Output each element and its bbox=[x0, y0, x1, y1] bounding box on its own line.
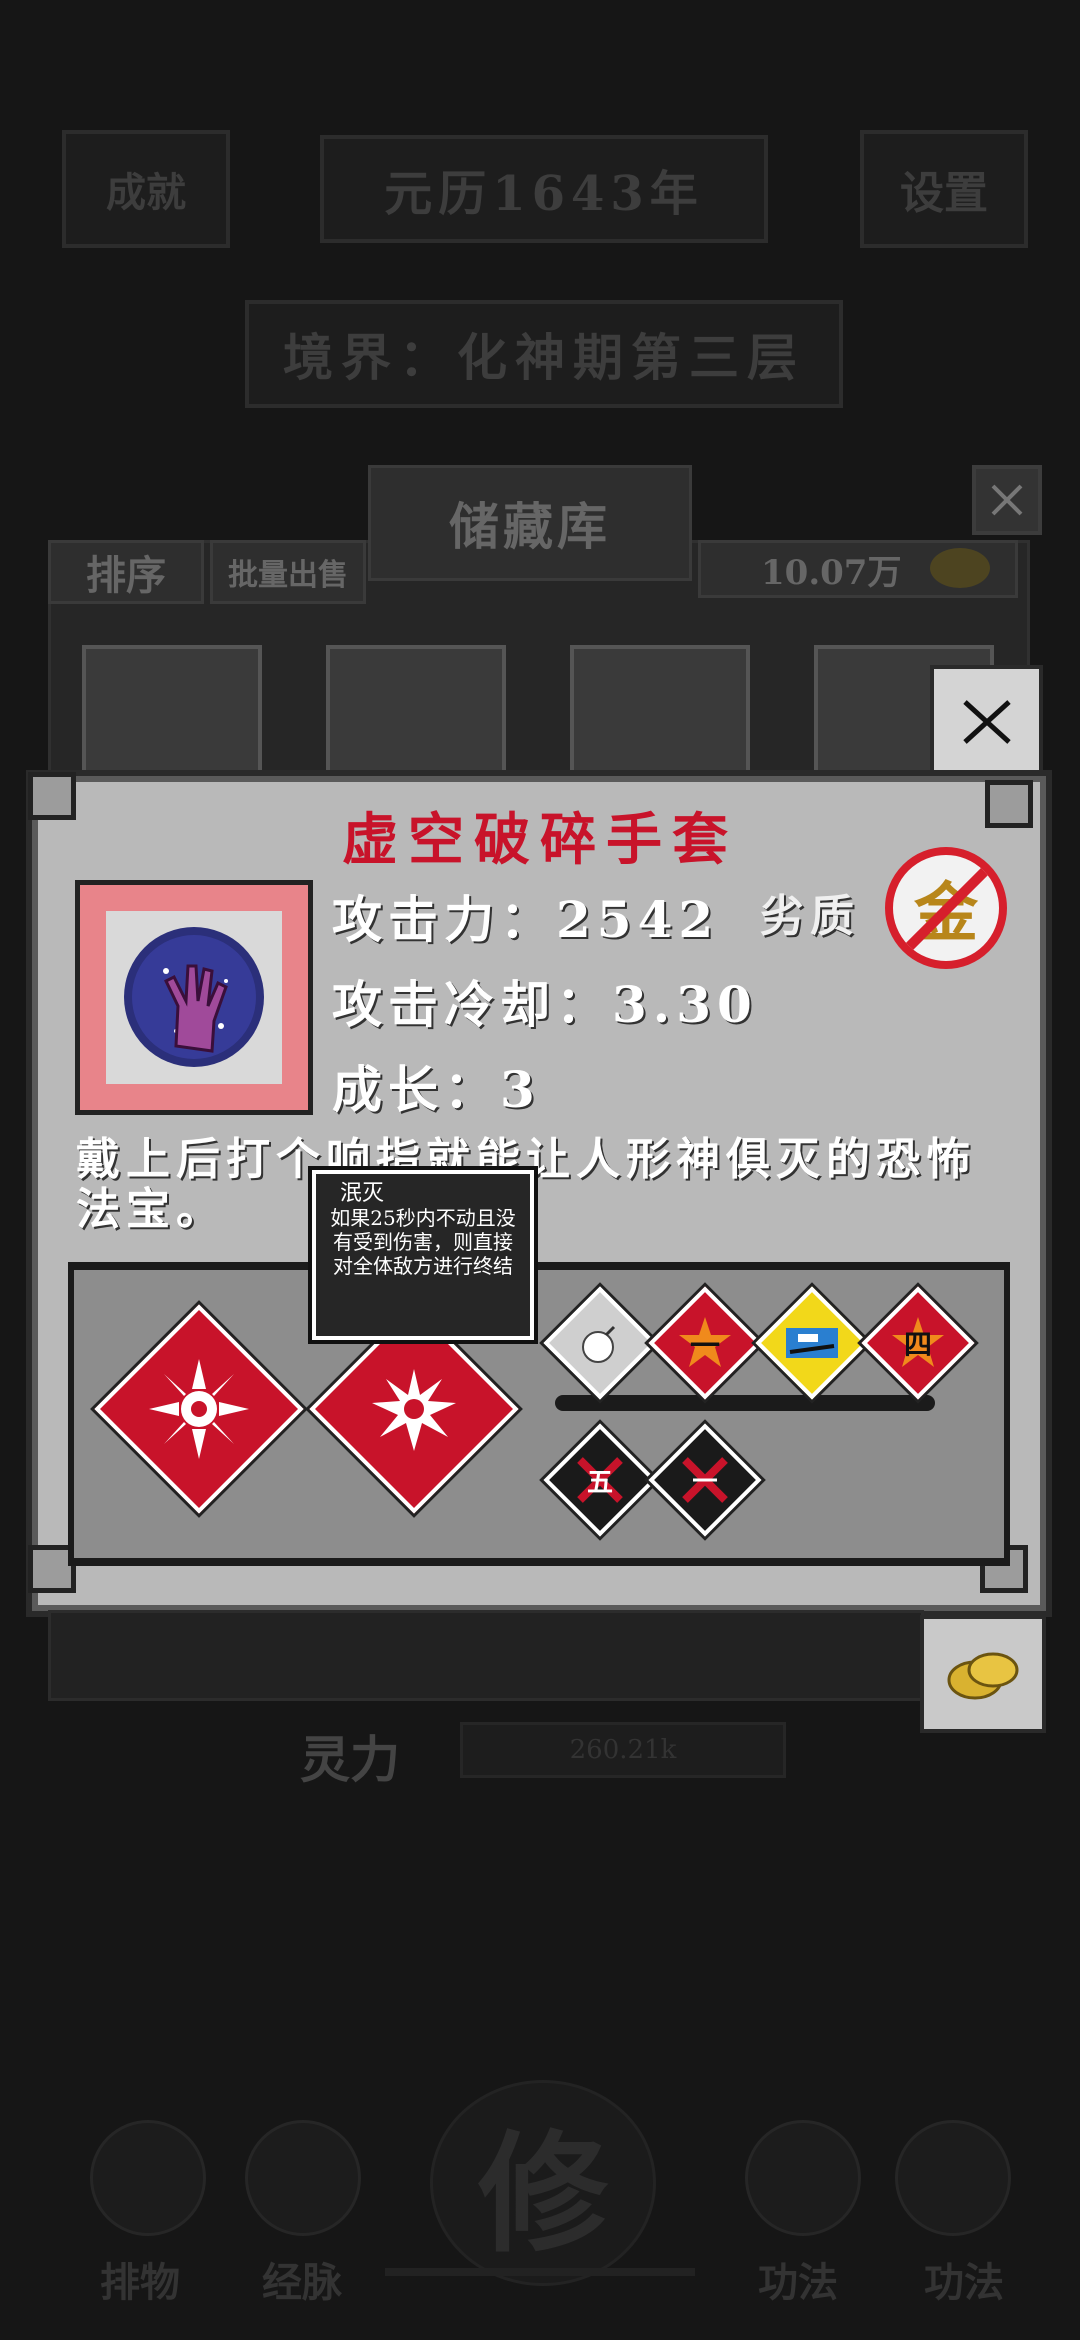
sort-label: 排序 bbox=[86, 552, 166, 599]
power-value: 260.21k bbox=[460, 1722, 786, 1778]
storage-title-label: 储藏库 bbox=[449, 497, 611, 556]
power-label: 灵力 bbox=[300, 1730, 400, 1789]
badge-one-label: 一 bbox=[690, 1329, 720, 1364]
close-icon bbox=[991, 484, 1023, 516]
achievements-label: 成就 bbox=[106, 169, 186, 216]
speed-icon bbox=[786, 1328, 838, 1358]
bulk-sell-button[interactable]: 批量出售 bbox=[210, 540, 366, 604]
settings-button[interactable]: 设置 bbox=[860, 130, 1028, 248]
close-icon bbox=[962, 699, 1011, 744]
crossed-swords-icon bbox=[682, 1457, 728, 1503]
item-image-frame bbox=[75, 880, 313, 1115]
nav-cultivate-button[interactable]: 修 bbox=[430, 2080, 656, 2286]
storage-slot[interactable] bbox=[82, 645, 262, 783]
era-label: 元历1643年 bbox=[384, 166, 704, 222]
detail-close-button[interactable] bbox=[930, 665, 1043, 778]
burst-icon bbox=[372, 1369, 456, 1451]
settings-label: 设置 bbox=[900, 168, 988, 219]
gauntlet-icon bbox=[124, 927, 264, 1067]
nav-label-skills[interactable]: 功法 bbox=[924, 2250, 1004, 2308]
tooltip-body: 如果25秒内不动且没有受到伤害，则直接对全体敌方进行终结 bbox=[330, 1206, 516, 1278]
grade-badge: 金 bbox=[885, 847, 1007, 969]
nav-icon-meridians[interactable] bbox=[245, 2120, 361, 2236]
snowflake-icon bbox=[149, 1359, 249, 1459]
tooltip-title: 泯灭 bbox=[340, 1181, 385, 1206]
realm-banner: 境界：化神期第三层 bbox=[245, 300, 843, 408]
nav-label-meridians[interactable]: 经脉 bbox=[262, 2250, 342, 2308]
coin-icon bbox=[930, 548, 990, 588]
item-image-bg bbox=[106, 911, 282, 1084]
storage-footer-bar bbox=[48, 1610, 924, 1701]
cooldown-stat: 攻击冷却：3.30 bbox=[332, 975, 758, 1034]
ink-divider bbox=[555, 1395, 935, 1411]
growth-stat: 成长：3 bbox=[332, 1060, 541, 1119]
nav-label-items[interactable]: 排物 bbox=[100, 2250, 180, 2308]
item-description: 戴上后打个响指就能让人形神俱灭的恐怖法宝。 bbox=[76, 1134, 976, 1235]
nav-cultivate-label: 修 bbox=[477, 2117, 608, 2270]
storage-slot[interactable] bbox=[326, 645, 506, 783]
nav-icon-skills[interactable] bbox=[895, 2120, 1011, 2236]
nav-label-techniques[interactable]: 功法 bbox=[758, 2250, 838, 2308]
gold-amount: 10.07万 bbox=[761, 552, 902, 593]
nav-icon-techniques[interactable] bbox=[745, 2120, 861, 2236]
bomb-icon bbox=[582, 1325, 616, 1363]
coin-icon bbox=[947, 1652, 1019, 1700]
badge-four-label: 四 bbox=[903, 1328, 932, 1361]
sort-button[interactable]: 排序 bbox=[48, 540, 204, 604]
storage-title: 储藏库 bbox=[368, 465, 692, 581]
era-banner: 元历1643年 bbox=[320, 135, 768, 243]
nav-underline bbox=[385, 2268, 695, 2276]
nav-icon-items[interactable] bbox=[90, 2120, 206, 2236]
badge-five-label: 五 bbox=[586, 1467, 613, 1498]
sell-coin-button[interactable] bbox=[920, 1615, 1046, 1733]
realm-label: 境界：化神期第三层 bbox=[283, 328, 805, 387]
bulk-sell-label: 批量出售 bbox=[228, 558, 348, 593]
storage-slot[interactable] bbox=[570, 645, 750, 783]
skill-tooltip: 泯灭 如果25秒内不动且没有受到伤害，则直接对全体敌方进行终结 bbox=[312, 1170, 534, 1340]
achievements-button[interactable]: 成就 bbox=[62, 130, 230, 248]
quality-label: 劣质 bbox=[760, 891, 860, 942]
storage-close-button[interactable] bbox=[972, 465, 1042, 535]
attack-stat: 攻击力：2542 bbox=[332, 890, 720, 949]
